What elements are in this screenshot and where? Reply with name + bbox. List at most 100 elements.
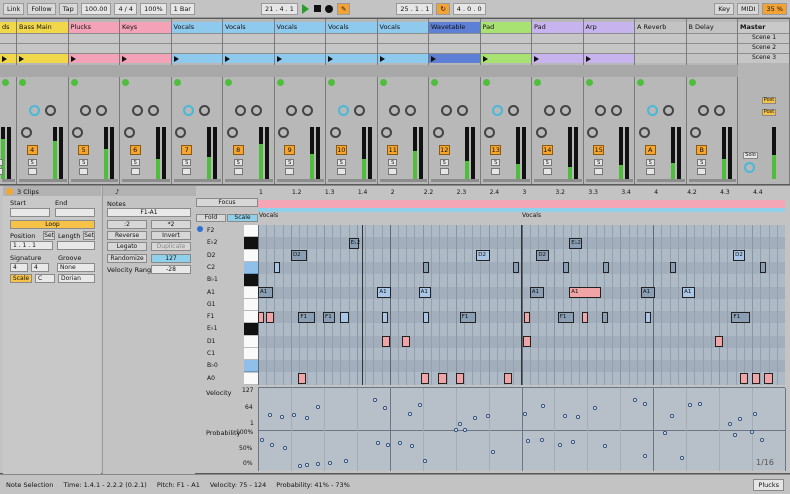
clip-slot[interactable]: [120, 43, 171, 53]
clip-slot[interactable]: [171, 43, 222, 53]
clip-play-icon[interactable]: [431, 56, 436, 62]
pan-knob[interactable]: [535, 127, 547, 138]
send-b-knob[interactable]: [405, 105, 417, 116]
pan-knob[interactable]: [432, 127, 444, 138]
track-activator-button[interactable]: 12: [438, 145, 450, 155]
loop-brace[interactable]: [258, 200, 785, 208]
send-b-knob[interactable]: [456, 105, 468, 116]
send-a-knob[interactable]: [543, 105, 555, 116]
piano-key[interactable]: [244, 225, 258, 237]
track-monitor-icon[interactable]: [379, 79, 387, 86]
clip-slot[interactable]: [223, 43, 274, 53]
send-a-knob[interactable]: [389, 105, 401, 116]
probability-handle[interactable]: [491, 450, 495, 454]
solo-button[interactable]: S: [542, 159, 552, 166]
track-monitor-icon[interactable]: [585, 79, 593, 86]
scale-button[interactable]: Scale: [10, 274, 32, 283]
piano-key[interactable]: [244, 335, 258, 348]
clip-slot[interactable]: [635, 43, 686, 53]
clip-slot[interactable]: [326, 33, 377, 43]
start-field[interactable]: [10, 208, 50, 217]
midi-note[interactable]: F1: [557, 311, 575, 323]
length-set-button[interactable]: Set: [83, 231, 95, 240]
send-a-knob[interactable]: [595, 105, 607, 116]
clip-slot[interactable]: [326, 43, 377, 53]
probability-handle[interactable]: [463, 428, 467, 432]
send-b-knob[interactable]: [714, 105, 726, 116]
clip-play-icon[interactable]: [173, 56, 179, 62]
probability-handle[interactable]: [305, 463, 309, 467]
clip-slot[interactable]: [635, 33, 686, 43]
send-b-knob[interactable]: [559, 105, 571, 116]
track-monitor-icon[interactable]: [2, 79, 9, 86]
solo-button[interactable]: S: [130, 159, 140, 166]
clip-play-icon[interactable]: [225, 56, 230, 62]
zoom-field[interactable]: 100%: [140, 2, 167, 15]
key-map-button[interactable]: Key: [714, 2, 735, 15]
probability-handle[interactable]: [386, 443, 390, 447]
reverse-button[interactable]: Reverse: [107, 231, 147, 240]
midi-note[interactable]: [513, 262, 520, 274]
end-field[interactable]: [55, 208, 95, 217]
midi-note[interactable]: [603, 262, 610, 274]
clip-play-icon[interactable]: [379, 56, 385, 62]
track-title[interactable]: Pad: [480, 22, 531, 33]
send-a-knob[interactable]: [131, 105, 143, 116]
clip-slot[interactable]: [583, 43, 634, 53]
send-a-knob[interactable]: [492, 105, 504, 116]
focus-button[interactable]: Focus: [196, 198, 258, 207]
track-monitor-icon[interactable]: [225, 79, 232, 86]
midi-note[interactable]: [381, 336, 390, 348]
send-b-knob[interactable]: [302, 105, 314, 116]
velocity-handle[interactable]: [698, 402, 702, 406]
halve-button[interactable]: :2: [107, 220, 147, 229]
scene-slot[interactable]: Scene 2: [738, 43, 789, 53]
pan-knob[interactable]: [484, 127, 496, 138]
piano-key[interactable]: [244, 237, 258, 250]
velocity-handle[interactable]: [373, 398, 377, 402]
play-button[interactable]: [301, 3, 310, 15]
arm-button[interactable]: [697, 168, 707, 175]
velocity-handle[interactable]: [305, 416, 309, 420]
probability-handle[interactable]: [423, 459, 427, 463]
probability-handle[interactable]: [760, 438, 764, 442]
midi-map-button[interactable]: MIDI: [737, 2, 760, 15]
track-monitor-icon[interactable]: [70, 79, 78, 86]
loop-button[interactable]: Loop: [10, 220, 95, 229]
send-a-knob[interactable]: [337, 105, 349, 116]
send-b-knob[interactable]: [44, 105, 56, 116]
velocity-handle[interactable]: [753, 412, 757, 416]
probability-handle[interactable]: [316, 462, 320, 466]
arm-button[interactable]: [439, 168, 449, 175]
velocity-handle[interactable]: [688, 403, 692, 407]
midi-note[interactable]: [381, 311, 388, 323]
midi-note[interactable]: A1: [569, 287, 602, 298]
midi-note[interactable]: [645, 311, 652, 323]
pan-knob[interactable]: [638, 127, 650, 138]
clip-slot[interactable]: [17, 33, 68, 43]
randomize-button[interactable]: Randomize: [107, 254, 147, 263]
velocity-handle[interactable]: [728, 422, 732, 426]
velocity-probability-lane[interactable]: 1/16: [258, 387, 786, 471]
clip-slot[interactable]: [583, 33, 634, 43]
arrangement-position[interactable]: 21 . 4 . 1: [260, 2, 298, 15]
follow-button[interactable]: Follow: [27, 2, 56, 15]
pan-knob[interactable]: [123, 127, 135, 138]
fold-button[interactable]: Fold: [196, 214, 226, 222]
track-title[interactable]: Vocals: [223, 22, 274, 33]
probability-handle[interactable]: [283, 446, 287, 450]
clip-play-icon[interactable]: [122, 56, 127, 62]
clip-slot[interactable]: [635, 53, 686, 63]
track-activator-button[interactable]: 9: [284, 145, 296, 155]
piano-key[interactable]: [244, 372, 258, 385]
loop-start-field[interactable]: 25 . 1 . 1: [396, 2, 434, 15]
solo-button[interactable]: S: [27, 159, 37, 166]
clip-slot[interactable]: [429, 43, 480, 53]
solo-button[interactable]: S: [233, 159, 243, 166]
time-signature-field[interactable]: 4 / 4: [114, 2, 138, 15]
track-title[interactable]: Bass Main: [17, 22, 68, 33]
track-monitor-icon[interactable]: [19, 79, 26, 86]
clip-slot[interactable]: [377, 53, 428, 63]
probability-handle[interactable]: [260, 438, 264, 442]
track-monitor-icon[interactable]: [482, 79, 490, 86]
